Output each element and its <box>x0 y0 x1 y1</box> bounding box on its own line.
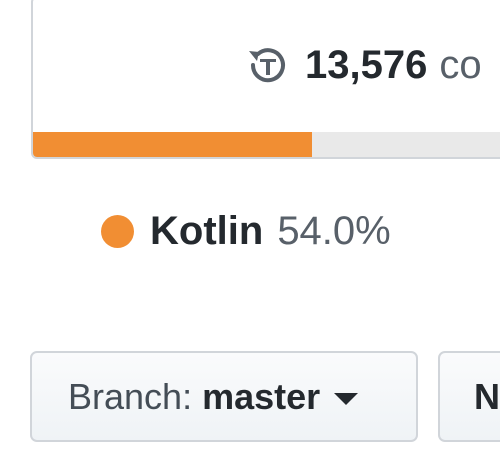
language-color-dot <box>101 214 134 248</box>
commits-label: co <box>439 42 482 87</box>
branch-prefix-label: Branch: <box>68 375 193 417</box>
branch-name: master <box>202 375 321 417</box>
commits-link[interactable]: 13,576 co <box>245 38 482 92</box>
new-pull-request-button[interactable]: N <box>438 351 500 442</box>
language-legend-item[interactable]: Kotlin 54.0% <box>101 206 391 256</box>
commits-count: 13,576 <box>305 42 428 87</box>
repo-summary-area: 13,576 co Kotlin 54.0% Branch: master N <box>0 0 500 461</box>
history-icon <box>245 42 291 88</box>
caret-down-icon <box>334 392 359 405</box>
language-name: Kotlin <box>150 208 264 253</box>
language-bar-segment-kotlin <box>33 132 312 157</box>
numbers-summary: 13,576 co <box>31 0 500 159</box>
language-bar[interactable] <box>33 132 500 157</box>
language-percent: 54.0% <box>277 208 391 253</box>
branch-select-button[interactable]: Branch: master <box>30 351 418 442</box>
new-pull-request-label: N <box>474 375 500 417</box>
